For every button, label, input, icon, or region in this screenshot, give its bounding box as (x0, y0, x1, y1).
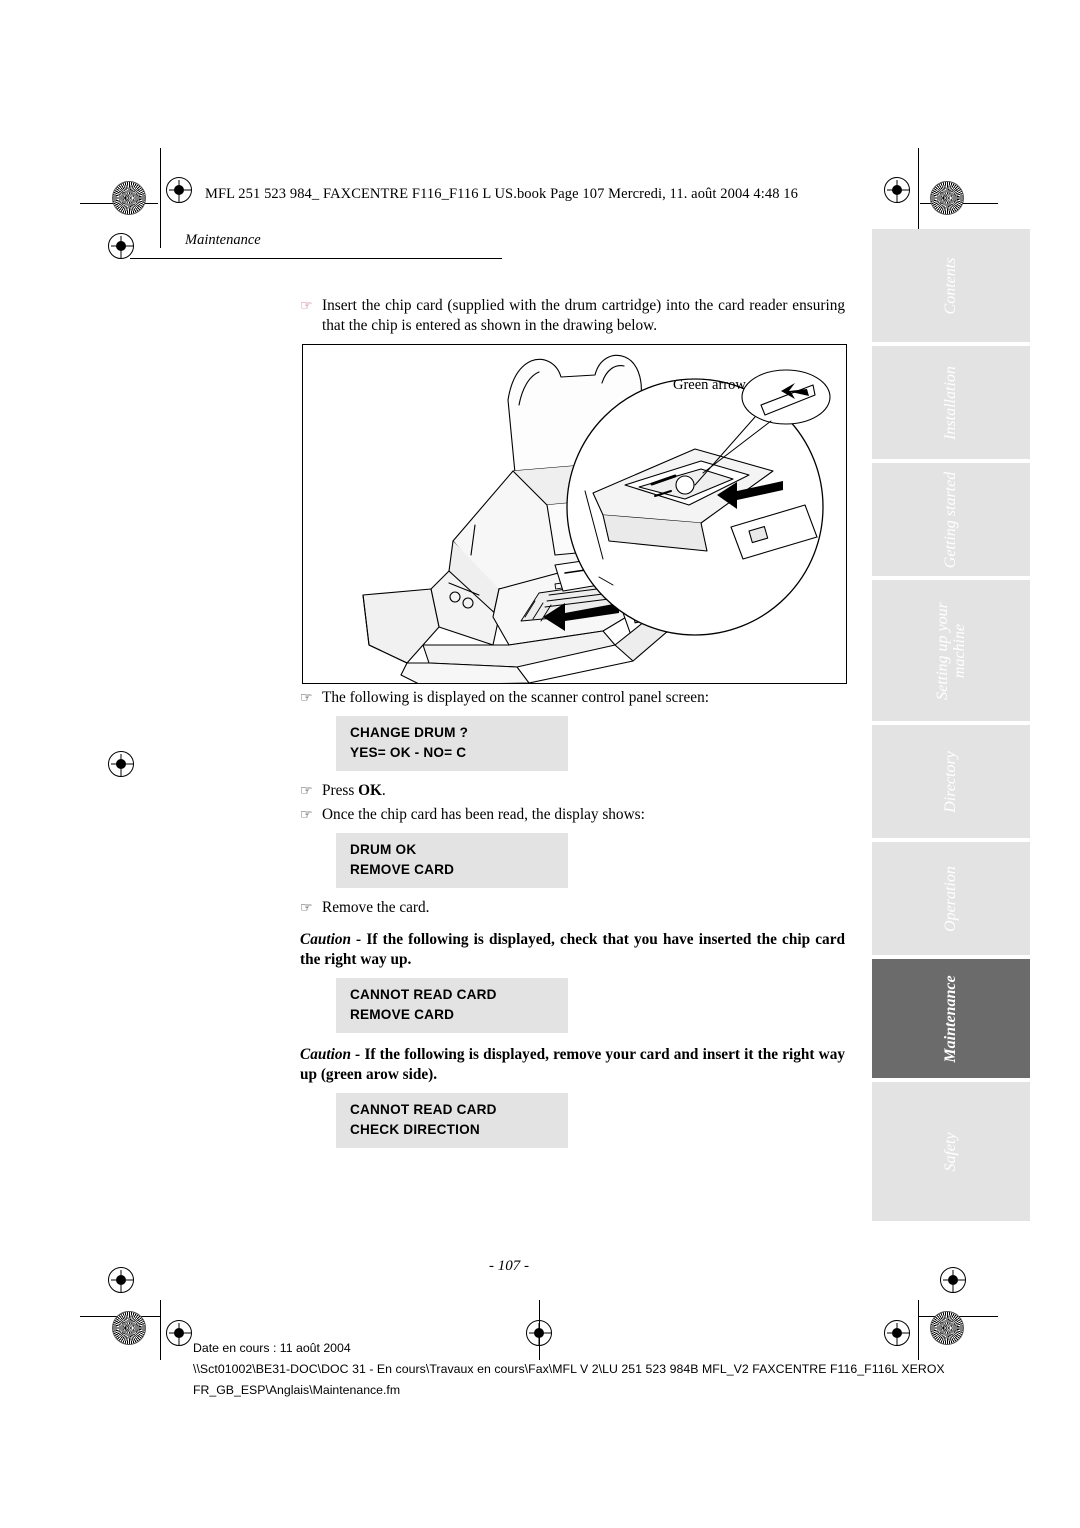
lcd-line-2: REMOVE CARD (350, 862, 455, 877)
registration-mark-left-lower (108, 1267, 134, 1293)
tab-getting-started[interactable]: Getting started (872, 463, 1030, 576)
tab-operation[interactable]: Operation (872, 842, 1030, 955)
tab-contents[interactable]: Contents (872, 229, 1030, 342)
chapter-running-head: Maintenance (185, 232, 261, 248)
hand-pointer-icon: ☞ (300, 807, 313, 823)
lcd-line-1: CHANGE DRUM ? (350, 725, 469, 740)
registration-mark-top-right (884, 177, 910, 203)
hand-pointer-icon: ☞ (300, 298, 313, 314)
lcd-line-1: DRUM OK (350, 842, 417, 857)
lcd-message-change-drum: CHANGE DRUM ? YES= OK - NO= C (336, 716, 568, 771)
caution-word: Caution - (300, 1046, 365, 1063)
registration-mark-top-left (166, 177, 192, 203)
tab-safety-label: Safety (942, 1131, 959, 1172)
tab-directory-label: Directory (942, 750, 959, 813)
tab-maintenance-label: Maintenance (942, 974, 959, 1063)
tab-contents-label: Contents (942, 257, 959, 314)
page-number: - 107 - (489, 1258, 529, 1274)
figure-chip-card-insertion: Green arrow (302, 344, 847, 684)
tab-setting-up-your-machine[interactable]: Setting up your machine (872, 580, 1030, 721)
step-insert-chip-card: ☞ Insert the chip card (supplied with th… (300, 296, 845, 336)
hand-pointer-icon: ☞ (300, 783, 313, 799)
lcd-message-cannot-read-direction: CANNOT READ CARD CHECK DIRECTION (336, 1093, 568, 1148)
figure-green-arrow-label: Green arrow (673, 377, 746, 393)
caution-block-2: Caution - If the following is displayed,… (300, 1045, 845, 1085)
hand-pointer-icon: ☞ (300, 900, 313, 916)
registration-mark-right-lower (940, 1267, 966, 1293)
tab-installation-label: Installation (942, 365, 959, 440)
tab-setting-up-your-machine-label: Setting up your machine (934, 601, 968, 700)
fax-machine-drawing (362, 354, 831, 683)
crop-line-left-v (160, 148, 161, 206)
tab-safety[interactable]: Safety (872, 1082, 1030, 1221)
caution-text: If the following is displayed, remove yo… (300, 1046, 845, 1083)
period: . (381, 782, 386, 799)
step-insert-chip-card-text: Insert the chip card (supplied with the … (322, 297, 845, 334)
registration-mark-bottom-left (166, 1320, 192, 1346)
lcd-line-2: YES= OK - NO= C (350, 745, 467, 760)
footer-file: FR_GB_ESP\Anglais\Maintenance.fm (193, 1383, 401, 1397)
caution-block-1: Caution - If the following is displayed,… (300, 930, 845, 970)
lcd-message-drum-ok: DRUM OK REMOVE CARD (336, 833, 568, 888)
crop-line-left-v2 (160, 203, 161, 248)
lcd-line-1: CANNOT READ CARD (350, 987, 497, 1002)
step-display-message-text: The following is displayed on the scanne… (322, 689, 709, 706)
tab-directory[interactable]: Directory (872, 725, 1030, 838)
caution-word: Caution - (300, 931, 367, 948)
step-card-read-text: Once the chip card has been read, the di… (322, 806, 645, 823)
press-label: Press (322, 782, 359, 799)
lcd-message-cannot-read-remove: CANNOT READ CARD REMOVE CARD (336, 978, 568, 1033)
step-remove-card: ☞ Remove the card. (300, 898, 845, 918)
registration-starburst-top-left (112, 181, 146, 215)
book-file-header: MFL 251 523 984_ FAXCENTRE F116_F116 L U… (205, 186, 798, 202)
step-display-message: ☞ The following is displayed on the scan… (300, 688, 845, 708)
step-press-ok-text: Press OK. (322, 781, 386, 801)
hand-pointer-icon: ☞ (300, 690, 313, 706)
document-page: MFL 251 523 984_ FAXCENTRE F116_F116 L U… (0, 0, 1080, 1528)
registration-starburst-bottom-left (112, 1311, 146, 1345)
tab-maintenance[interactable]: Maintenance (872, 959, 1030, 1078)
tab-operation-label: Operation (942, 865, 959, 932)
caution-text: If the following is displayed, check tha… (300, 931, 845, 968)
registration-mark-left-upper (108, 233, 134, 259)
footer-date: Date en cours : 11 août 2004 (193, 1341, 351, 1355)
print-footer: Date en cours : 11 août 2004 \\Sct01002\… (193, 1338, 945, 1401)
lcd-line-1: CANNOT READ CARD (350, 1102, 497, 1117)
registration-starburst-top-right (930, 181, 964, 215)
tab-installation[interactable]: Installation (872, 346, 1030, 459)
ok-key-label: OK (358, 782, 382, 799)
tab-getting-started-label: Getting started (942, 471, 959, 568)
step-press-ok: ☞ Press OK. (300, 781, 845, 801)
lcd-line-2: CHECK DIRECTION (350, 1122, 480, 1137)
lcd-line-2: REMOVE CARD (350, 1007, 455, 1022)
registration-mark-left-middle (108, 751, 134, 777)
section-tab-strip: Contents Installation Getting started Se… (872, 229, 1030, 1225)
step-remove-card-text: Remove the card. (322, 899, 430, 916)
step-card-read: ☞ Once the chip card has been read, the … (300, 805, 845, 825)
crop-line-bottom-left-v (160, 1300, 161, 1360)
footer-path: \\Sct01002\BE31-DOC\DOC 31 - En cours\Tr… (193, 1362, 945, 1376)
header-rule (130, 258, 502, 259)
